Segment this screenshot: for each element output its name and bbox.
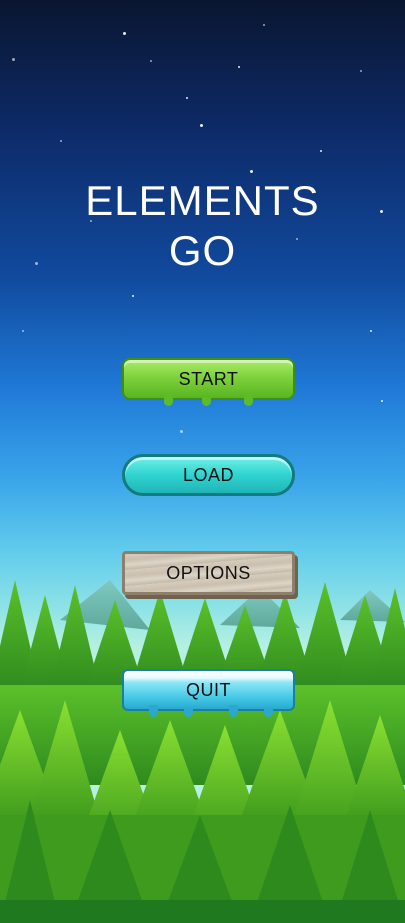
star [60, 140, 62, 142]
start-button[interactable]: START [122, 358, 295, 406]
ice-drip [184, 708, 193, 717]
star [370, 330, 372, 332]
star [150, 60, 152, 62]
star [263, 24, 265, 26]
slime-drip [202, 397, 211, 406]
game-screen: ELEMENTS GO START LOAD OPTIONS QUIT [0, 0, 405, 923]
star [381, 400, 383, 402]
star [180, 430, 183, 433]
star [12, 58, 15, 61]
star [360, 70, 362, 72]
slime-drip [164, 394, 173, 406]
forest-floor [0, 900, 405, 923]
star [132, 295, 134, 297]
star [250, 170, 253, 173]
title-line-2: GO [168, 227, 237, 274]
load-button[interactable]: LOAD [122, 454, 295, 496]
forest-background [0, 580, 405, 923]
ice-drip [229, 705, 238, 717]
star [320, 150, 322, 152]
star [123, 32, 126, 35]
options-button-label: OPTIONS [166, 562, 251, 583]
load-button-label: LOAD [182, 464, 235, 485]
title-line-1: ELEMENTS [85, 177, 320, 224]
quit-button[interactable]: QUIT [122, 669, 295, 717]
ice-drip [149, 705, 158, 717]
game-title: ELEMENTS GO [0, 176, 405, 276]
star [238, 66, 240, 68]
slime-drip [244, 394, 253, 406]
star [200, 124, 203, 127]
star [186, 97, 188, 99]
star [22, 330, 24, 332]
start-button-label: START [178, 368, 239, 389]
options-button[interactable]: OPTIONS [122, 551, 295, 595]
quit-button-label: QUIT [186, 679, 231, 700]
